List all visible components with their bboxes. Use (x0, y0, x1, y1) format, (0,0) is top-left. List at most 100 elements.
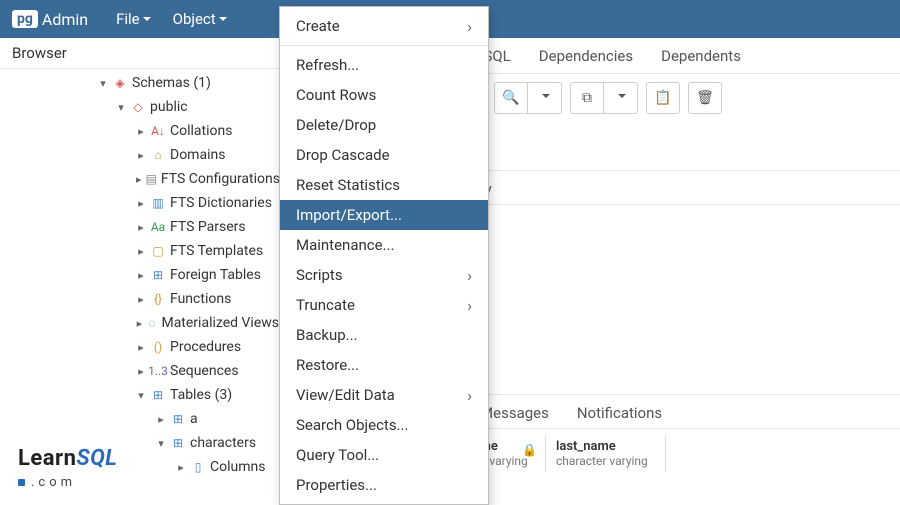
node-icon: 1..3 (150, 363, 166, 379)
brand-suffix: Admin (42, 10, 88, 29)
caret-icon[interactable]: ▸ (136, 197, 146, 210)
caret-icon[interactable]: ▸ (136, 365, 146, 378)
caret-icon[interactable]: ▸ (136, 293, 146, 306)
menu-object[interactable]: Object (169, 8, 231, 30)
node-icon: Aa (150, 219, 166, 235)
node-icon: ▢ (150, 243, 166, 259)
node-icon: ⊞ (150, 387, 166, 403)
copy-caret-icon[interactable] (604, 82, 638, 114)
menu-item[interactable]: Scripts (280, 260, 488, 290)
lock-icon: 🔒 (522, 443, 537, 457)
caret-icon[interactable]: ▸ (156, 413, 166, 426)
node-label: FTS Configurations (161, 171, 279, 187)
object-tree[interactable]: ▾◈Schemas (1)▾◇public▸A↓Collations▸⌂Doma… (0, 69, 279, 500)
tree-node[interactable]: ▾◇public (0, 95, 279, 119)
node-label: Materialized Views (161, 315, 279, 331)
menu-item[interactable]: Reset Statistics (280, 170, 488, 200)
node-label: Columns (210, 459, 265, 475)
menu-item[interactable]: View/Edit Data (280, 380, 488, 410)
tab-dependencies[interactable]: Dependencies (539, 47, 633, 73)
menu-item-label: Restore... (296, 356, 359, 374)
brand-box: pg (12, 10, 38, 28)
caret-icon[interactable]: ▸ (136, 149, 146, 162)
tree-node[interactable]: ▸⌂Domains (0, 143, 279, 167)
node-icon: {} (150, 291, 166, 307)
menu-item[interactable]: Search Objects... (280, 410, 488, 440)
node-label: Domains (170, 147, 225, 163)
node-icon: ⊞ (170, 435, 186, 451)
caret-icon[interactable]: ▾ (98, 77, 108, 90)
caret-icon[interactable]: ▸ (136, 269, 146, 282)
menu-item-label: Maintenance... (296, 236, 394, 254)
tree-node[interactable]: ▸▢FTS Templates (0, 239, 279, 263)
menu-item-label: Query Tool... (296, 446, 379, 464)
menu-item-label: Reset Statistics (296, 176, 400, 194)
node-icon: () (150, 339, 166, 355)
caret-icon[interactable]: ▸ (136, 317, 143, 330)
menu-item[interactable]: Properties... (280, 470, 488, 500)
node-label: characters (190, 435, 256, 451)
trash-icon[interactable]: 🗑 (688, 82, 722, 114)
node-icon: ⊞ (170, 411, 186, 427)
tree-node[interactable]: ▸⊞Foreign Tables (0, 263, 279, 287)
menu-item[interactable]: Refresh... (280, 50, 488, 80)
tree-node[interactable]: ▸▤FTS Configurations (0, 167, 279, 191)
menu-item[interactable]: Delete/Drop (280, 110, 488, 140)
caret-icon[interactable]: ▸ (136, 173, 142, 186)
menu-item-label: Count Rows (296, 86, 376, 104)
menu-separator (280, 45, 488, 46)
tab-dependents[interactable]: Dependents (661, 47, 741, 73)
context-menu[interactable]: Create Refresh... Count Rows Delete/Drop Dro… (279, 6, 489, 505)
caret-icon[interactable]: ▾ (136, 389, 146, 402)
menu-item-label: View/Edit Data (296, 386, 395, 404)
menu-item[interactable]: Drop Cascade (280, 140, 488, 170)
node-label: Tables (3) (170, 387, 232, 403)
node-label: Functions (170, 291, 231, 307)
node-label: Procedures (170, 339, 241, 355)
menu-item[interactable]: Count Rows (280, 80, 488, 110)
node-label: FTS Dictionaries (170, 195, 272, 211)
node-icon: ⊞ (150, 267, 166, 283)
browser-title: Browser (0, 38, 279, 69)
menu-item-label: Import/Export... (296, 206, 402, 224)
node-label: FTS Parsers (170, 219, 246, 235)
caret-icon[interactable]: ▸ (136, 221, 146, 234)
menu-item[interactable]: Create (280, 11, 488, 41)
tree-node[interactable]: ▸ {}Functions (0, 287, 279, 311)
tree-node[interactable]: ▸ ◌Materialized Views (0, 311, 279, 335)
tree-node[interactable]: ▾◈Schemas (1) (0, 71, 279, 95)
caret-icon[interactable]: ▸ (136, 341, 146, 354)
menu-item[interactable]: Restore... (280, 350, 488, 380)
tree-node[interactable]: ▸ AaFTS Parsers (0, 215, 279, 239)
menu-item-label: Search Objects... (296, 416, 408, 434)
menu-item[interactable]: Maintenance... (280, 230, 488, 260)
col-last-name[interactable]: last_name character varying (546, 435, 666, 472)
node-label: Sequences (170, 363, 239, 379)
tab-messages[interactable]: Messages (480, 404, 549, 428)
menu-item[interactable]: Backup... (280, 320, 488, 350)
tree-node[interactable]: ▸A↓Collations (0, 119, 279, 143)
menu-item[interactable]: Query Tool... (280, 440, 488, 470)
caret-icon[interactable]: ▸ (176, 461, 186, 474)
tree-node[interactable]: ▸ ()Procedures (0, 335, 279, 359)
search-icon[interactable]: 🔍 (494, 82, 528, 114)
caret-icon[interactable]: ▸ (136, 125, 146, 138)
paste-icon[interactable]: 📋 (646, 82, 680, 114)
menu-item-label: Delete/Drop (296, 116, 376, 134)
tree-node[interactable]: ▸▥FTS Dictionaries (0, 191, 279, 215)
menu-item[interactable]: Truncate (280, 290, 488, 320)
menu-item[interactable]: Import/Export... (280, 200, 488, 230)
menu-file[interactable]: File (112, 8, 155, 30)
caret-icon[interactable]: ▸ (136, 245, 146, 258)
node-label: Schemas (1) (132, 75, 211, 91)
tree-node[interactable]: ▸⊞a (0, 407, 279, 431)
tab-notifications[interactable]: Notifications (577, 404, 662, 428)
search-caret-icon[interactable] (528, 82, 562, 114)
menu-item-label: Backup... (296, 326, 358, 344)
node-icon: ◌ (147, 315, 158, 331)
tree-node[interactable]: ▸ 1..3Sequences (0, 359, 279, 383)
caret-icon[interactable]: ▾ (156, 437, 166, 450)
caret-icon[interactable]: ▾ (116, 101, 126, 114)
copy-icon[interactable]: ⧉ (570, 82, 604, 114)
tree-node[interactable]: ▾ ⊞Tables (3) (0, 383, 279, 407)
